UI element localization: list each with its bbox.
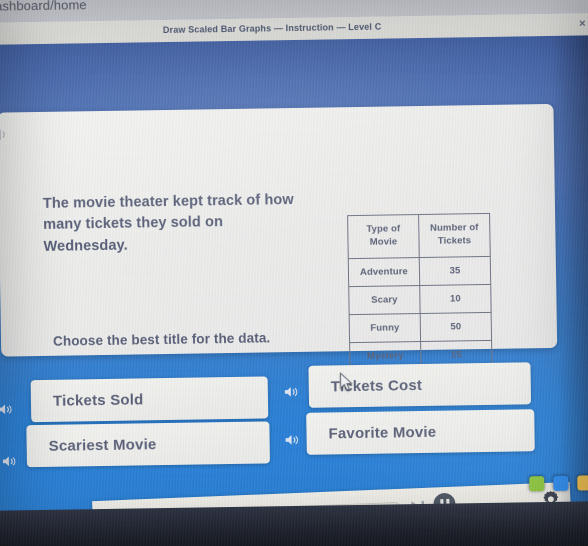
cell-movie-type: Funny [349, 313, 421, 343]
modal-title-text: Draw Scaled Bar Graphs — Instruction — L… [162, 21, 382, 36]
question-instruction-text: Choose the best title for the data. [52, 330, 271, 349]
table-row: Scary 10 [348, 284, 492, 315]
cell-ticket-count: 50 [420, 312, 492, 342]
question-prompt-text: The movie theater kept track of how many… [42, 191, 294, 255]
mouse-cursor [340, 372, 353, 396]
speaker-icon[interactable] [284, 385, 300, 404]
lesson-app-body: Type of Movie Number of Tickets Adventur… [0, 35, 588, 540]
speaker-icon[interactable] [0, 126, 10, 147]
answer-choice-label: Favorite Movie [328, 423, 437, 442]
cell-ticket-count: 10 [419, 284, 492, 314]
ticket-data-table: Type of Movie Number of Tickets Adventur… [347, 213, 493, 371]
table-header-type-of-movie: Type of Movie [347, 214, 420, 259]
green-app-icon[interactable] [529, 476, 545, 492]
speaker-icon[interactable] [284, 433, 300, 452]
close-icon[interactable]: ✕ [578, 18, 586, 29]
table-row: Adventure 35 [348, 256, 491, 287]
cell-movie-type: Adventure [348, 257, 420, 287]
browser-window: dashboard/home Draw Scaled Bar Graphs — … [0, 0, 588, 540]
panel-edge-shadow [552, 35, 588, 508]
table-header-number-of-tickets: Number of Tickets [418, 213, 491, 258]
cell-movie-type: Scary [348, 285, 421, 315]
taskbar-tray [529, 475, 588, 492]
header-line-2: Movie [369, 236, 398, 248]
header-line-1: Number of [430, 222, 479, 235]
table-row: Funny 50 [349, 312, 492, 343]
slide-panel: Type of Movie Number of Tickets Adventur… [0, 103, 558, 371]
table-header-row: Type of Movie Number of Tickets [347, 213, 491, 259]
answer-choice-tickets-sold[interactable]: Tickets Sold [30, 376, 269, 423]
answer-choice-favorite-movie[interactable]: Favorite Movie [306, 409, 535, 455]
answer-choice-scariest-movie[interactable]: Scariest Movie [26, 421, 270, 468]
blue-app-icon[interactable] [553, 475, 569, 491]
answer-choice-label: Tickets Sold [52, 390, 144, 410]
cell-ticket-count: 35 [419, 256, 491, 286]
screen-photograph: dashboard/home Draw Scaled Bar Graphs — … [0, 0, 588, 546]
header-line-1: Type of [366, 223, 401, 236]
yellow-app-icon[interactable] [577, 475, 588, 491]
address-bar-url[interactable]: dashboard/home [0, 0, 87, 14]
answer-choice-label: Scariest Movie [48, 435, 157, 455]
speaker-icon[interactable] [2, 454, 18, 473]
header-line-2: Tickets [437, 235, 472, 247]
speaker-icon[interactable] [0, 402, 14, 421]
